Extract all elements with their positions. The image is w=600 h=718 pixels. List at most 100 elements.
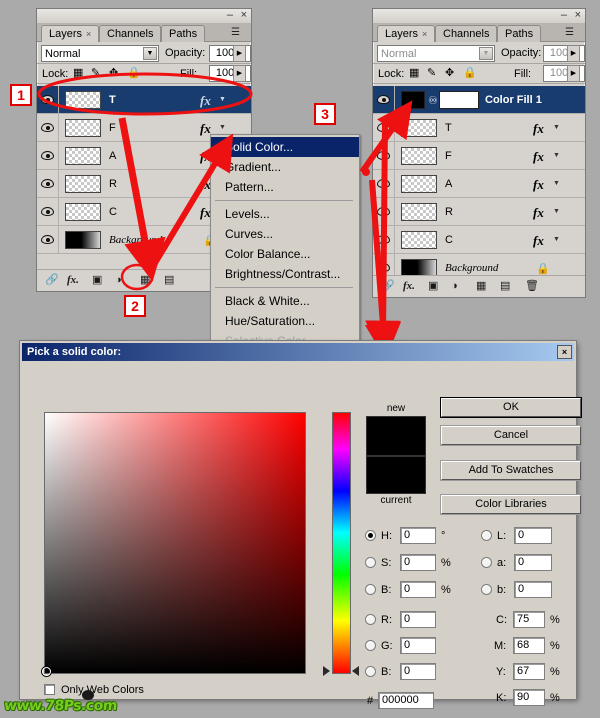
ok-button[interactable]: OK xyxy=(441,398,581,417)
chevron-down-icon[interactable]: ▼ xyxy=(553,208,560,215)
color-libraries-button[interactable]: Color Libraries xyxy=(441,495,581,514)
adjustment-icon[interactable]: ◑ xyxy=(451,279,458,294)
layer-visibility-toggle[interactable] xyxy=(37,226,59,253)
new-layer-icon[interactable]: ▤ xyxy=(164,273,174,288)
color-selection-marker[interactable] xyxy=(42,667,51,676)
layer-thumbnail[interactable] xyxy=(65,231,101,249)
menu-item-brightness-contrast[interactable]: Brightness/Contrast... xyxy=(211,264,359,284)
layer-visibility-toggle[interactable] xyxy=(373,142,395,169)
chevron-down-icon[interactable]: ▼ xyxy=(479,47,493,60)
layer-thumbnail[interactable] xyxy=(401,231,437,249)
chevron-down-icon[interactable]: ▼ xyxy=(553,124,560,131)
trash-icon[interactable]: 🗑 xyxy=(525,279,539,294)
current-color-swatch[interactable] xyxy=(366,456,426,494)
lock-position-icon[interactable]: ✥ xyxy=(109,67,118,80)
menu-item-solid-color[interactable]: Solid Color... xyxy=(211,137,359,157)
menu-item-levels[interactable]: Levels... xyxy=(211,204,359,224)
cmyk-y-input[interactable]: 67 xyxy=(513,663,545,680)
layer-thumbnail[interactable] xyxy=(401,147,437,165)
lab-b-radio[interactable] xyxy=(481,584,492,595)
layer-row[interactable]: C fx ▼ xyxy=(373,226,585,254)
lock-image-icon[interactable]: ✎ xyxy=(91,67,100,80)
layer-row[interactable]: Background 🔒 xyxy=(373,254,585,275)
link-icon[interactable]: ♾ xyxy=(428,96,438,107)
layer-thumbnail[interactable] xyxy=(401,175,437,193)
only-web-colors-checkbox[interactable] xyxy=(44,684,55,695)
layer-mask-thumbnail[interactable] xyxy=(439,91,479,109)
layer-thumbnail[interactable] xyxy=(65,203,101,221)
menu-item-gradient[interactable]: Gradient... xyxy=(211,157,359,177)
hsb-h-radio[interactable] xyxy=(365,530,376,541)
chevron-down-icon[interactable]: ▼ xyxy=(553,236,560,243)
tab-channels[interactable]: Channels xyxy=(435,25,498,42)
rgb-b-radio[interactable] xyxy=(365,666,376,677)
layer-visibility-toggle[interactable] xyxy=(373,254,395,275)
layer-visibility-toggle[interactable] xyxy=(37,86,59,113)
rgb-g-radio[interactable] xyxy=(365,640,376,651)
blend-mode-select[interactable]: Normal ▼ xyxy=(41,45,159,62)
hsb-s-radio[interactable] xyxy=(365,557,376,568)
opacity-stepper[interactable]: ▶ xyxy=(233,45,246,62)
fx-icon[interactable]: fx. xyxy=(403,279,415,294)
link-icon[interactable]: 🔗 xyxy=(45,273,59,288)
mask-icon[interactable]: ▣ xyxy=(92,273,102,288)
chevron-down-icon[interactable]: ▼ xyxy=(553,152,560,159)
chevron-down-icon[interactable]: ▼ xyxy=(553,180,560,187)
tab-paths[interactable]: Paths xyxy=(161,25,206,42)
layer-thumbnail[interactable] xyxy=(401,91,425,109)
blend-mode-select[interactable]: Normal ▼ xyxy=(377,45,495,62)
layer-visibility-toggle[interactable] xyxy=(37,114,59,141)
hex-input[interactable]: 000000 xyxy=(378,692,434,709)
lock-all-icon[interactable]: 🔒 xyxy=(127,67,141,80)
close-icon[interactable]: × xyxy=(241,10,247,21)
layer-thumbnail[interactable] xyxy=(65,119,101,137)
minimize-icon[interactable]: – xyxy=(561,10,567,21)
layer-thumbnail[interactable] xyxy=(65,147,101,165)
hsb-b-radio[interactable] xyxy=(365,584,376,595)
lab-a-radio[interactable] xyxy=(481,557,492,568)
fx-icon[interactable]: fx xyxy=(533,121,544,137)
rgb-b-input[interactable]: 0 xyxy=(400,663,436,680)
panel-menu-icon[interactable]: ☰ xyxy=(565,26,581,39)
tab-layers[interactable]: Layers × xyxy=(377,25,436,42)
layer-thumbnail[interactable] xyxy=(401,119,437,137)
fx-icon[interactable]: fx xyxy=(533,149,544,165)
fill-stepper[interactable]: ▶ xyxy=(233,65,246,82)
lab-l-radio[interactable] xyxy=(481,530,492,541)
fill-stepper[interactable]: ▶ xyxy=(567,65,580,82)
layer-thumbnail[interactable] xyxy=(65,175,101,193)
layer-row[interactable]: A fx ▼ xyxy=(373,170,585,198)
lab-a-input[interactable]: 0 xyxy=(514,554,552,571)
menu-item-black-and-white[interactable]: Black & White... xyxy=(211,291,359,311)
fx-icon[interactable]: fx xyxy=(533,205,544,221)
fx-icon[interactable]: fx. xyxy=(67,273,79,288)
menu-item-color-balance[interactable]: Color Balance... xyxy=(211,244,359,264)
lock-transparency-icon[interactable]: ▦ xyxy=(409,67,419,80)
chevron-down-icon[interactable]: ▼ xyxy=(143,47,157,60)
layer-visibility-toggle[interactable] xyxy=(373,198,395,225)
close-icon[interactable]: × xyxy=(557,345,572,359)
mask-icon[interactable]: ▣ xyxy=(428,279,438,294)
rgb-r-input[interactable]: 0 xyxy=(400,611,436,628)
layer-row[interactable]: F fx ▼ xyxy=(373,142,585,170)
hue-slider[interactable] xyxy=(332,412,351,674)
layer-thumbnail[interactable] xyxy=(401,259,437,275)
hsb-s-input[interactable]: 0 xyxy=(400,554,436,571)
layer-thumbnail[interactable] xyxy=(401,203,437,221)
group-icon[interactable]: ▦ xyxy=(476,279,486,294)
panel-menu-icon[interactable]: ☰ xyxy=(231,26,247,39)
hsb-b-input[interactable]: 0 xyxy=(400,581,436,598)
group-icon[interactable]: ▦ xyxy=(140,273,150,288)
tab-close-icon[interactable]: × xyxy=(422,29,427,39)
adjustment-icon[interactable]: ◑ xyxy=(115,273,122,288)
fx-icon[interactable]: fx xyxy=(533,233,544,249)
layer-visibility-toggle[interactable] xyxy=(373,170,395,197)
lock-position-icon[interactable]: ✥ xyxy=(445,67,454,80)
hue-marker-left-icon[interactable] xyxy=(323,666,330,676)
cmyk-k-input[interactable]: 90 xyxy=(513,689,545,706)
close-icon[interactable]: × xyxy=(575,10,581,21)
fx-icon[interactable]: fx xyxy=(533,177,544,193)
layer-visibility-toggle[interactable] xyxy=(37,142,59,169)
layer-thumbnail[interactable] xyxy=(65,91,101,109)
tab-channels[interactable]: Channels xyxy=(99,25,162,42)
